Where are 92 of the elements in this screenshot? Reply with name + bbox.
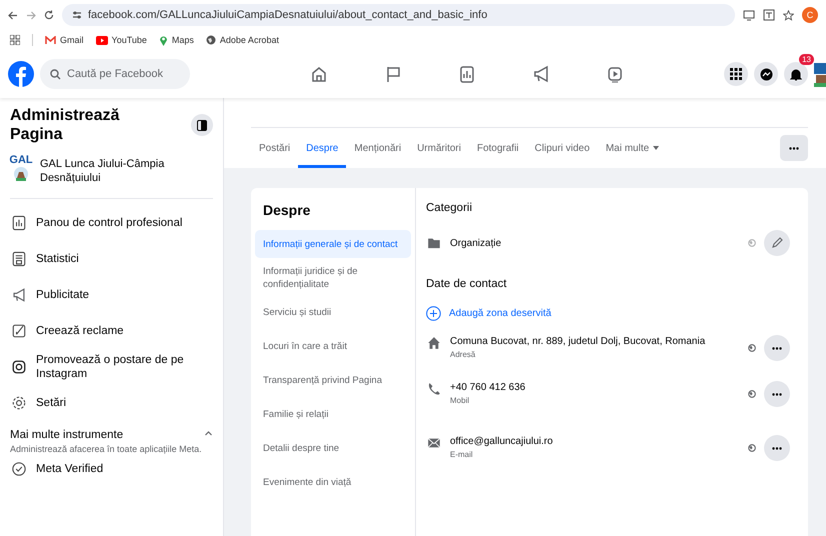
more-options-button[interactable] (764, 381, 790, 407)
about-nav-item[interactable]: Locuri în care a trăit (255, 332, 411, 360)
play-icon (96, 36, 108, 44)
sidebar-item[interactable]: Panou de control profesional (10, 205, 213, 241)
about-nav-item[interactable]: Detalii despre tine (255, 434, 411, 462)
phone-icon (426, 381, 442, 397)
site-settings-icon[interactable] (72, 10, 82, 20)
contact-value: +40 760 412 636 (450, 382, 526, 393)
menu-icon[interactable] (724, 62, 748, 86)
gmail-icon (45, 36, 56, 44)
contact-value: office@galluncajiului.ro (450, 436, 553, 447)
add-service-area-link[interactable]: Adaugă zona deservită (426, 306, 790, 321)
star-icon[interactable] (783, 10, 794, 20)
page-tab[interactable]: Postări (251, 128, 298, 168)
pencil-icon (771, 237, 783, 249)
about-nav-item[interactable]: Transparență privind Pagina (255, 366, 411, 394)
sidebar-item[interactable]: Statistici (10, 241, 213, 277)
pencil-icon (10, 322, 28, 340)
sidebar-item[interactable]: Meta Verified (10, 454, 213, 484)
bookmark[interactable]: YouTube (96, 35, 147, 45)
collapse-icon[interactable] (204, 429, 213, 438)
sidebar-title: Administrează Pagina (10, 106, 120, 144)
about-nav-item[interactable]: Evenimente din viață (255, 468, 411, 496)
about-nav-item[interactable]: Serviciu și studii (255, 298, 411, 326)
more-options-button[interactable] (780, 135, 808, 161)
notifications-button[interactable] (784, 62, 808, 86)
chart-icon (10, 214, 28, 232)
edit-button[interactable] (764, 230, 790, 256)
translate-icon[interactable] (763, 9, 775, 21)
sidebar-item[interactable]: Promovează o postare de pe Instagram (10, 349, 213, 385)
check-circle-icon (10, 460, 28, 478)
contact-value: Comuna Bucovat, nr. 889, judetul Dolj, Bucovat, Romania (450, 336, 706, 347)
instagram-icon (10, 358, 28, 376)
page-tab[interactable]: Fotografii (468, 128, 527, 168)
sidebar-toggle-button[interactable] (191, 114, 213, 136)
page-tab[interactable]: Clipuri video (526, 128, 598, 168)
sidebar-item[interactable]: Setări (10, 385, 213, 421)
contact-label: Adresă (450, 350, 476, 359)
contact-label: E-mail (450, 450, 473, 459)
house-icon (426, 335, 442, 351)
page-tab[interactable]: Menționări (346, 128, 410, 168)
address-bar[interactable]: facebook.com/GALLuncaJiuluiCampiaDesnatuiului/about_contact_and_basic_info (62, 4, 735, 26)
more-options-button[interactable] (764, 335, 790, 361)
page-logo: GAL (10, 154, 32, 188)
map-pin-icon (158, 34, 168, 46)
panel-icon (197, 120, 207, 130)
page-tab[interactable]: Urmăritori (409, 128, 469, 168)
globe-icon[interactable] (746, 388, 758, 400)
url-text: facebook.com/GALLuncaJiuluiCampiaDesnatuiului/about_contact_and_basic_info (88, 9, 488, 21)
messenger-icon[interactable] (754, 62, 778, 86)
section-subtitle: Administrează afacerea în toate aplicațiile Meta. (10, 444, 203, 454)
plus-icon (426, 306, 441, 321)
caret-icon (653, 146, 660, 150)
bookmark[interactable]: Adobe Acrobat (206, 35, 279, 45)
search-field[interactable]: Caută pe Facebook (40, 59, 190, 89)
apps-icon[interactable] (10, 35, 20, 45)
section-title: Mai multe instrumente (10, 429, 124, 441)
more-icon (772, 392, 782, 396)
notification-badge: 13 (799, 54, 814, 65)
section-heading: Categorii (426, 202, 474, 214)
install-icon[interactable] (743, 9, 755, 21)
page-link[interactable]: GAL GAL Lunca Jiului-Câmpia Desnățuiului (10, 144, 213, 199)
search-placeholder: Caută pe Facebook (67, 68, 164, 80)
back-icon[interactable] (8, 10, 18, 20)
globe-icon[interactable] (746, 342, 758, 354)
profile-avatar[interactable]: C (802, 7, 818, 23)
section-title: Despre (263, 202, 312, 218)
page-avatar[interactable] (814, 61, 826, 87)
more-icon (772, 446, 782, 450)
page-tab[interactable]: Mai multe (598, 128, 668, 168)
bookmark[interactable]: Gmail (45, 35, 84, 45)
bookmark[interactable]: Maps (158, 34, 194, 46)
sidebar-item[interactable]: Creează reclame (10, 313, 213, 349)
about-nav-item[interactable]: Familie și relații (255, 400, 411, 428)
section-heading: Date de contact (426, 278, 508, 290)
sidebar-item[interactable]: Publicitate (10, 277, 213, 313)
more-icon (772, 346, 782, 350)
about-nav-item[interactable]: Informații juridice și de confidențialitate (255, 264, 411, 292)
search-icon (50, 68, 61, 80)
settings-icon (10, 394, 28, 412)
globe-icon (206, 35, 216, 45)
more-icon (789, 146, 799, 150)
more-options-button[interactable] (764, 435, 790, 461)
facebook-logo[interactable] (8, 61, 34, 87)
page-tab[interactable]: Despre (298, 128, 346, 168)
reload-icon[interactable] (44, 10, 54, 20)
document-icon (10, 250, 28, 268)
contact-label: Mobil (450, 396, 470, 405)
bell-icon (790, 68, 802, 80)
about-nav-item[interactable]: Informații generale și de contact (255, 230, 411, 258)
globe-icon[interactable] (746, 442, 758, 454)
category-text: Organizație (450, 236, 502, 250)
